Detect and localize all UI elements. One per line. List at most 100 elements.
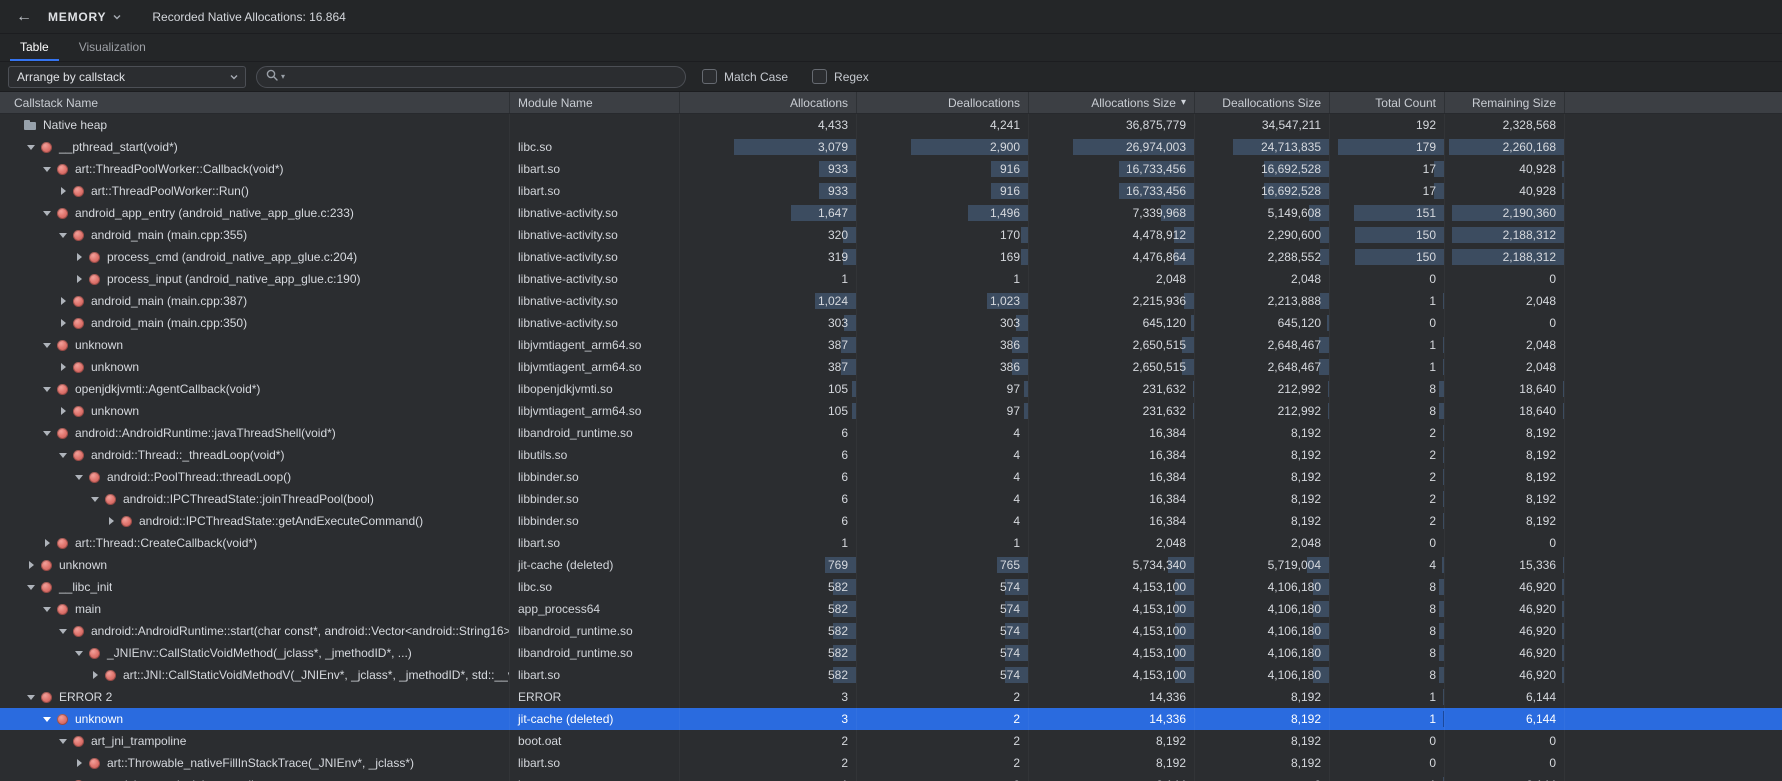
column-header-callstack-name[interactable]: Callstack Name (0, 92, 510, 113)
value-cell-a: 6 (680, 488, 857, 510)
table-row[interactable]: unknownlibjvmtiagent_arm64.so3873862,650… (0, 356, 1782, 378)
collapse-arrow-icon[interactable] (40, 158, 54, 180)
value-cell-d: 1,496 (857, 202, 1029, 224)
table-row[interactable]: art::ThreadPoolWorker::Callback(void*)li… (0, 158, 1782, 180)
back-button[interactable]: ← (12, 5, 36, 29)
value-cell-tc: 17 (1330, 180, 1445, 202)
table-row[interactable]: android_main (main.cpp:355)libnative-act… (0, 224, 1782, 246)
value-cell-rs: 0 (1445, 730, 1565, 752)
value-cell-tc: 8 (1330, 642, 1445, 664)
collapse-arrow-icon[interactable] (56, 444, 70, 466)
value-cell-a: 105 (680, 378, 857, 400)
table-row[interactable]: android::IPCThreadState::joinThreadPool(… (0, 488, 1782, 510)
value-text: 5,149,608 (1268, 206, 1321, 220)
value-bar (1443, 359, 1444, 375)
table-row[interactable]: android::IPCThreadState::getAndExecuteCo… (0, 510, 1782, 532)
value-text: 582 (828, 624, 848, 638)
collapse-arrow-icon[interactable] (40, 708, 54, 730)
collapse-arrow-icon[interactable] (40, 378, 54, 400)
collapse-arrow-icon[interactable] (72, 466, 86, 488)
match-case-checkbox[interactable]: Match Case (702, 69, 788, 84)
table-row[interactable]: art_quick_generic_jni_trampolineboot.oat… (0, 774, 1782, 781)
collapse-arrow-icon[interactable] (40, 422, 54, 444)
table-row[interactable]: art::ThreadPoolWorker::Run()libart.so933… (0, 180, 1782, 202)
expand-arrow-icon[interactable] (56, 180, 70, 202)
expand-arrow-icon[interactable] (72, 268, 86, 290)
table-row[interactable]: android::Thread::_threadLoop(void*)libut… (0, 444, 1782, 466)
value-cell-a: 582 (680, 620, 857, 642)
table-row[interactable]: android::AndroidRuntime::start(char cons… (0, 620, 1782, 642)
collapse-arrow-icon[interactable] (88, 488, 102, 510)
value-cell-as: 16,384 (1029, 422, 1195, 444)
table-row[interactable]: process_input (android_native_app_glue.c… (0, 268, 1782, 290)
expand-arrow-icon[interactable] (24, 554, 38, 576)
collapse-arrow-icon[interactable] (40, 202, 54, 224)
table-row[interactable]: ERROR 2ERROR3214,3368,19216,144 (0, 686, 1782, 708)
tab-visualization[interactable]: Visualization (69, 34, 156, 61)
table-row[interactable]: android_app_entry (android_native_app_gl… (0, 202, 1782, 224)
table-row[interactable]: __pthread_start(void*)libc.so3,0792,9002… (0, 136, 1782, 158)
expand-arrow-icon[interactable] (72, 752, 86, 774)
collapse-arrow-icon[interactable] (40, 334, 54, 356)
table-row[interactable]: Native heap4,4334,24136,875,77934,547,21… (0, 114, 1782, 136)
callstack-cell: unknown (0, 356, 510, 378)
table-row[interactable]: art_jni_trampolineboot.oat228,1928,19200 (0, 730, 1782, 752)
column-header-deallocations[interactable]: Deallocations (857, 92, 1029, 113)
table-row[interactable]: art::JNI::CallStaticVoidMethodV(_JNIEnv*… (0, 664, 1782, 686)
column-header-allocations[interactable]: Allocations (680, 92, 857, 113)
table-row[interactable]: art::Throwable_nativeFillInStackTrace(_J… (0, 752, 1782, 774)
table-row[interactable]: unknownlibjvmtiagent_arm64.so10597231,63… (0, 400, 1782, 422)
table-row[interactable]: android_main (main.cpp:350)libnative-act… (0, 312, 1782, 334)
table-row[interactable]: unknownjit-cache (deleted)7697655,734,34… (0, 554, 1782, 576)
column-header-total-count[interactable]: Total Count (1330, 92, 1445, 113)
search-options: Match Case Regex (702, 69, 869, 84)
value-bar (1439, 645, 1444, 661)
table-row[interactable]: android::PoolThread::threadLoop()libbind… (0, 466, 1782, 488)
value-text: 1 (1013, 272, 1020, 286)
column-header-remaining-size[interactable]: Remaining Size (1445, 92, 1565, 113)
table-row[interactable]: art::Thread::CreateCallback(void*)libart… (0, 532, 1782, 554)
expand-arrow-icon[interactable] (88, 664, 102, 686)
value-bar (1320, 249, 1329, 265)
callstack-cell: unknown (0, 554, 510, 576)
collapse-arrow-icon[interactable] (24, 136, 38, 158)
table-row[interactable]: unknownlibjvmtiagent_arm64.so3873862,650… (0, 334, 1782, 356)
collapse-arrow-icon[interactable] (56, 620, 70, 642)
collapse-arrow-icon[interactable] (56, 730, 70, 752)
collapse-arrow-icon[interactable] (24, 686, 38, 708)
value-cell-tc: 8 (1330, 576, 1445, 598)
collapse-arrow-icon[interactable] (56, 224, 70, 246)
collapse-arrow-icon[interactable] (40, 598, 54, 620)
expand-arrow-icon[interactable] (56, 290, 70, 312)
table-row[interactable]: process_cmd (android_native_app_glue.c:2… (0, 246, 1782, 268)
tab-table[interactable]: Table (10, 34, 59, 61)
expand-arrow-icon[interactable] (56, 312, 70, 334)
collapse-arrow-icon[interactable] (72, 642, 86, 664)
expand-arrow-icon[interactable] (72, 246, 86, 268)
table-row[interactable]: openjdkjvmti::AgentCallback(void*)libope… (0, 378, 1782, 400)
table-row[interactable]: __libc_initlibc.so5825744,153,1004,106,1… (0, 576, 1782, 598)
arrange-by-dropdown[interactable]: Arrange by callstack (8, 66, 246, 88)
expand-arrow-icon[interactable] (56, 356, 70, 378)
regex-checkbox[interactable]: Regex (812, 69, 869, 84)
value-text: 150 (1416, 250, 1436, 264)
expand-arrow-icon[interactable] (56, 400, 70, 422)
value-cell-as: 2,650,515 (1029, 334, 1195, 356)
expand-arrow-icon[interactable] (40, 532, 54, 554)
table-row[interactable]: unknownjit-cache (deleted)3214,3368,1921… (0, 708, 1782, 730)
column-header-module-name[interactable]: Module Name (510, 92, 680, 113)
value-text: 574 (1000, 624, 1020, 638)
table-row[interactable]: mainapp_process645825744,153,1004,106,18… (0, 598, 1782, 620)
table-row[interactable]: android_main (main.cpp:387)libnative-act… (0, 290, 1782, 312)
table-row[interactable]: _JNIEnv::CallStaticVoidMethod(_jclass*, … (0, 642, 1782, 664)
search-field[interactable]: ▾ (256, 66, 686, 88)
table-row[interactable]: android::AndroidRuntime::javaThreadShell… (0, 422, 1782, 444)
column-header-allocations-size[interactable]: Allocations Size▾ (1029, 92, 1195, 113)
memory-selector[interactable]: MEMORY (44, 8, 126, 26)
expand-arrow-icon[interactable] (56, 774, 70, 781)
expand-arrow-icon[interactable] (104, 510, 118, 532)
callstack-name: android_main (main.cpp:355) (87, 228, 247, 242)
collapse-arrow-icon[interactable] (24, 576, 38, 598)
column-header-deallocations-size[interactable]: Deallocations Size (1195, 92, 1330, 113)
search-input[interactable] (291, 69, 677, 85)
